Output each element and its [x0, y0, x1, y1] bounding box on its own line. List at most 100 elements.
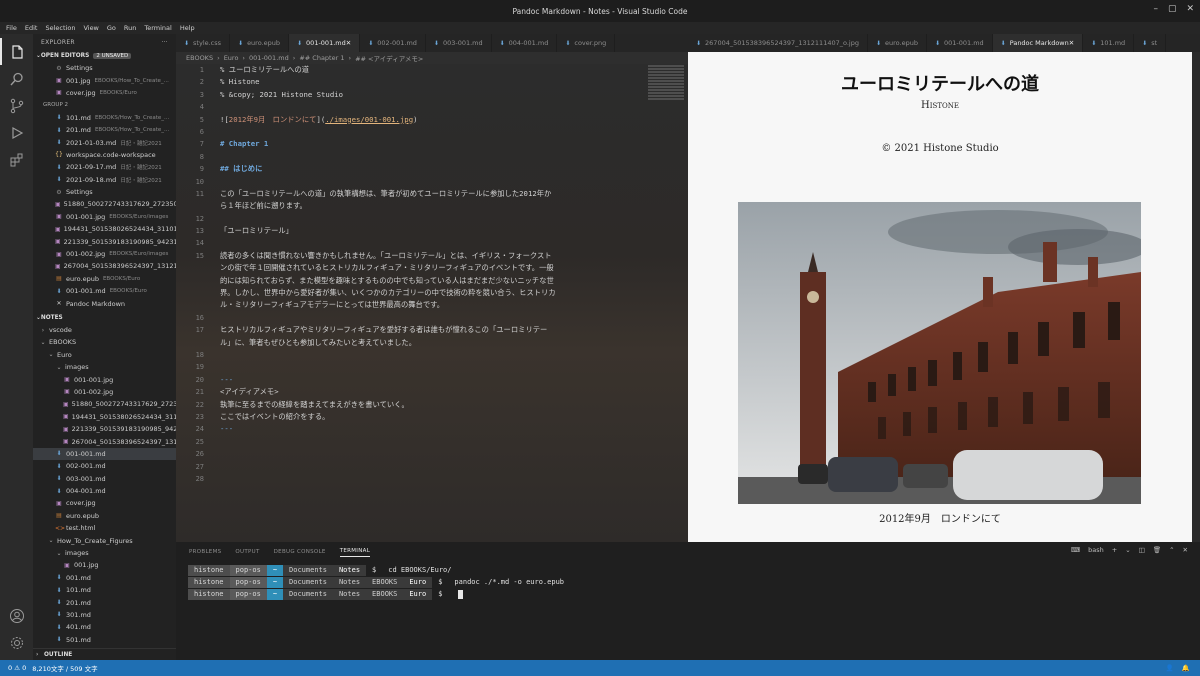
markdown-preview[interactable]: ユーロミリテールへの道 Histone © 2021 Histone Studi…: [688, 52, 1192, 542]
editor-tab[interactable]: ⬇ euro.epub: [868, 34, 927, 52]
code-line[interactable]: 的には知られておらず、また模型を趣味とするものの中でも知っている人はまだまだ少な…: [220, 275, 640, 287]
tree-file[interactable]: ▣ cover.jpg: [33, 497, 176, 509]
editor-tab[interactable]: ⬇ 001-001.md ✕: [289, 34, 361, 52]
code-line[interactable]: # Chapter 1: [220, 138, 640, 150]
tree-file[interactable]: ⬇ 004-001.md: [33, 485, 176, 497]
editor-tab[interactable]: ⬇ 001-001.md: [927, 34, 993, 52]
code-line[interactable]: [220, 151, 640, 163]
tree-file[interactable]: ▣51880_500272743317629_27235048...: [33, 398, 176, 410]
code-line[interactable]: ここではイベントの紹介をする。: [220, 411, 640, 423]
tree-file[interactable]: ⬇ 003-001.md: [33, 473, 176, 485]
open-editor-item[interactable]: ⬇ 001-001.md EBOOKS/Euro: [33, 285, 176, 297]
extensions-icon[interactable]: [0, 146, 33, 173]
code-line[interactable]: 執筆に至るまでの経緯を踏まえてまえがきを書いていく。: [220, 399, 640, 411]
explorer-icon[interactable]: [0, 38, 33, 65]
menu-item-view[interactable]: View: [83, 24, 98, 32]
code-line[interactable]: [220, 237, 640, 249]
editor-tab[interactable]: ⬇ euro.epub: [230, 34, 290, 52]
terminal-output[interactable]: histone pop-os ~ Documents Notes $ cd EBOOKS/E…: [188, 564, 564, 600]
open-editor-item[interactable]: ▣ 001-001.jpg EBOOKS/Euro/images: [33, 211, 176, 223]
code-line[interactable]: ンの街で年１回開催されているヒストリカルフィギュア・ミリタリーフィギュアのイベン…: [220, 262, 640, 274]
code-line[interactable]: [220, 473, 640, 485]
code-line[interactable]: [220, 349, 640, 361]
code-line[interactable]: [220, 101, 640, 113]
open-editor-item[interactable]: ⬇ 2021-09-18.md 日記・雑記2021: [33, 174, 176, 186]
menu-item-selection[interactable]: Selection: [45, 24, 75, 32]
close-icon[interactable]: ✕: [1186, 4, 1194, 14]
tree-file[interactable]: ▤ euro.epub: [33, 510, 176, 522]
breadcrumb-item[interactable]: EBOOKS: [186, 54, 213, 62]
panel-tab-problems[interactable]: PROBLEMS: [189, 549, 221, 555]
code-line[interactable]: % Histone: [220, 76, 640, 88]
code-line[interactable]: 読者の多くは聞き慣れない響きかもしれません。「ユーロミリテール」とは、イギリス・…: [220, 250, 640, 262]
code-line[interactable]: ル」に、筆者もぜひとも参加してみたいと考えていました。: [220, 337, 640, 349]
run-debug-icon[interactable]: [0, 119, 33, 146]
editor-tab[interactable]: ⬇ st: [1134, 34, 1167, 52]
menu-item-run[interactable]: Run: [124, 24, 136, 32]
open-editor-item[interactable]: ▣ 194431_501538026524434_31101...: [33, 223, 176, 235]
tree-file[interactable]: ▣267004_501538396524397_1312111...: [33, 435, 176, 447]
editor-tab[interactable]: ⬇ 003-001.md: [426, 34, 492, 52]
menu-item-file[interactable]: File: [6, 24, 17, 32]
editor-tab[interactable]: ⬇ style.css: [176, 34, 231, 52]
breadcrumb-item[interactable]: Euro: [224, 54, 239, 62]
trash-icon[interactable]: 🗑: [1153, 546, 1161, 554]
open-editor-item[interactable]: ▣ 221339_501539183190985_94231...: [33, 235, 176, 247]
tree-folder[interactable]: ⌄ Euro: [33, 349, 176, 361]
tree-file[interactable]: ▣ 001.jpg: [33, 559, 176, 571]
chevron-up-icon[interactable]: ⌃: [1169, 546, 1174, 554]
open-editor-item[interactable]: ⬇ 101.md EBOOKS/How_To_Create_...: [33, 112, 176, 124]
editor-tab[interactable]: ⬇ 101.md: [1083, 34, 1135, 52]
code-line[interactable]: [220, 361, 640, 373]
code-line[interactable]: ![2012年9月 ロンドンにて](./images/001-001.jpg): [220, 114, 640, 126]
split-terminal-icon[interactable]: ◫: [1139, 546, 1145, 554]
open-editor-item[interactable]: ⬇ 201.md EBOOKS/How_To_Create_...: [33, 124, 176, 136]
open-editor-item[interactable]: ▣ 51880_500272743317629_2723504...: [33, 198, 176, 210]
tree-file[interactable]: ▣194431_501538026524434_311010...: [33, 411, 176, 423]
code-line[interactable]: ヒストリカルフィギュアやミリタリーフィギュアを愛好する者は誰もが憧れるこの「ユー…: [220, 324, 640, 336]
tree-file[interactable]: ⬇ 002-001.md: [33, 460, 176, 472]
code-line[interactable]: [220, 436, 640, 448]
tree-folder[interactable]: ⌄ How_To_Create_Figures: [33, 534, 176, 546]
code-line[interactable]: ---: [220, 374, 640, 386]
open-editor-item[interactable]: ▣ cover.jpg EBOOKS/Euro: [33, 87, 176, 99]
breadcrumb-item[interactable]: 001-001.md: [249, 54, 289, 62]
tree-file[interactable]: ⬇ 001-001.md: [33, 447, 176, 461]
open-editor-item[interactable]: ✕ Pandoc Markdown: [33, 297, 176, 309]
open-editor-item[interactable]: ▣ 267004_501538396524397_131211...: [33, 260, 176, 272]
tree-file[interactable]: <> test.html: [33, 522, 176, 534]
tree-file[interactable]: ▣221339_501539183190985_942316...: [33, 423, 176, 435]
code-area[interactable]: % ユーロミリテールへの道 % Histone % &copy; 2021 Hist…: [220, 64, 640, 485]
source-control-icon[interactable]: [0, 92, 33, 119]
outline-section[interactable]: › OUTLINE: [33, 648, 176, 660]
account-status-icon[interactable]: 👤: [1166, 664, 1174, 672]
code-line[interactable]: 界。しかし、世界中から愛好者が集い、いくつかのカテゴリーの中で技術の粋を競い合う…: [220, 287, 640, 299]
notifications-icon[interactable]: 🔔: [1182, 664, 1190, 672]
tree-file[interactable]: ⬇ 401.md: [33, 621, 176, 633]
tree-file[interactable]: ⬇ 201.md: [33, 596, 176, 608]
code-line[interactable]: この「ユーロミリテールへの道」の執筆構想は、筆者が初めてユーロミリテールに参加し…: [220, 188, 640, 200]
maximize-icon[interactable]: ▢: [1168, 4, 1177, 14]
tree-folder[interactable]: ⌄ EBOOKS: [33, 336, 176, 348]
editor-tab[interactable]: ⬇ 004-001.md: [492, 34, 558, 52]
tree-file[interactable]: ⬇ 301.md: [33, 609, 176, 621]
menu-item-go[interactable]: Go: [107, 24, 116, 32]
breadcrumb-item[interactable]: ## Chapter 1: [299, 54, 344, 62]
code-line[interactable]: ル・ミリタリーフィギュアモデラーにとっては世界最高の舞台です。: [220, 299, 640, 311]
panel-tab-debug-console[interactable]: DEBUG CONSOLE: [274, 549, 326, 555]
tree-folder[interactable]: ⌄ images: [33, 547, 176, 559]
tab-close-icon[interactable]: ✕: [1069, 39, 1074, 47]
tree-file[interactable]: ⬇ 101.md: [33, 584, 176, 596]
markdown-editor[interactable]: 1 2 3 4 5 6 7 8 9 10 11 12 13 14 15 16 17 18 19 20 21 22 23 24 2…: [176, 64, 688, 542]
editor-tab[interactable]: ⬇ Pandoc Markdown ✕: [992, 34, 1084, 52]
panel-tab-output[interactable]: OUTPUT: [235, 549, 259, 555]
open-editor-item[interactable]: ▣ 001.jpg EBOOKS/How_To_Create_...: [33, 74, 176, 86]
close-panel-icon[interactable]: ✕: [1183, 546, 1188, 554]
open-editors-section[interactable]: ⌄ OPEN EDITORS 2 UNSAVED: [33, 50, 176, 62]
manage-gear-icon[interactable]: [0, 629, 33, 656]
code-line[interactable]: % &copy; 2021 Histone Studio: [220, 89, 640, 101]
minimize-icon[interactable]: –: [1153, 4, 1158, 14]
open-editor-item[interactable]: ⚙ Settings: [33, 62, 176, 74]
open-editor-item[interactable]: ▣ 001-002.jpg EBOOKS/Euro/images: [33, 248, 176, 260]
tree-file[interactable]: ▣ 001-002.jpg: [33, 386, 176, 398]
